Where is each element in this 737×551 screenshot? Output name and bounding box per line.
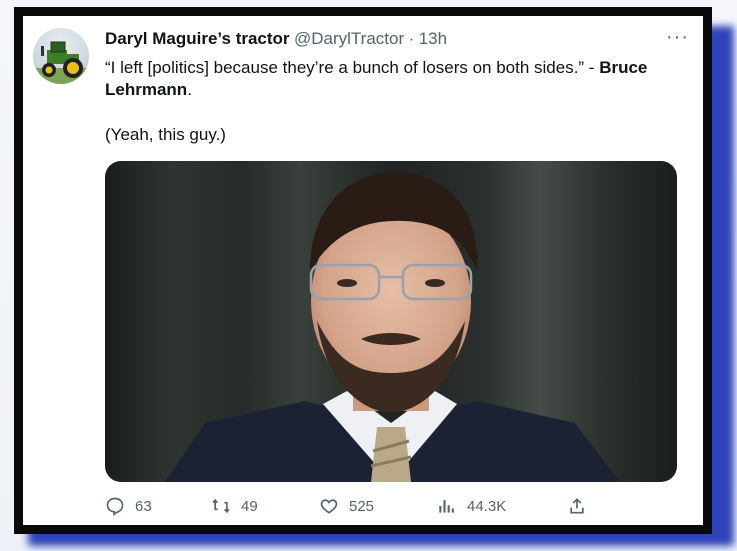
tweet-header: Daryl Maguire’s tractor @DarylTractor · … [105,29,663,53]
quote-suffix: . [187,80,192,99]
user-handle[interactable]: @DarylTractor [294,29,404,48]
share-button[interactable] [567,496,587,516]
quote-text: “I left [politics] because they’re a bun… [105,58,600,77]
screenshot-frame: Daryl Maguire’s tractor @DarylTractor · … [14,7,712,534]
retweet-icon [212,498,230,514]
like-button[interactable]: 525 [319,496,374,516]
views-count: 44.3K [467,497,507,515]
separator-dot: · [408,29,415,48]
reply-icon [106,497,124,516]
retweet-button[interactable]: 49 [211,496,258,516]
tweet-actions: 63 49 525 44.3K [105,496,695,520]
tweet-card[interactable]: Daryl Maguire’s tractor @DarylTractor · … [23,16,703,525]
retweet-count: 49 [241,497,258,515]
views-button[interactable]: 44.3K [437,496,506,516]
portrait-illustration [165,172,620,482]
tractor-avatar-icon[interactable] [33,28,89,84]
reply-button[interactable]: 63 [105,496,152,516]
display-name[interactable]: Daryl Maguire’s tractor [105,29,290,48]
reply-count: 63 [135,497,152,515]
share-icon [570,498,584,514]
tweet-paragraph-2: (Yeah, this guy.) [105,125,226,144]
timestamp[interactable]: 13h [419,29,447,48]
like-count: 525 [349,497,375,515]
heart-icon [320,499,338,514]
more-icon[interactable]: ··· [666,26,689,49]
tweet-photo[interactable] [105,161,677,482]
tweet-text: “I left [politics] because they’re a bun… [105,57,695,101]
views-icon [439,500,454,513]
